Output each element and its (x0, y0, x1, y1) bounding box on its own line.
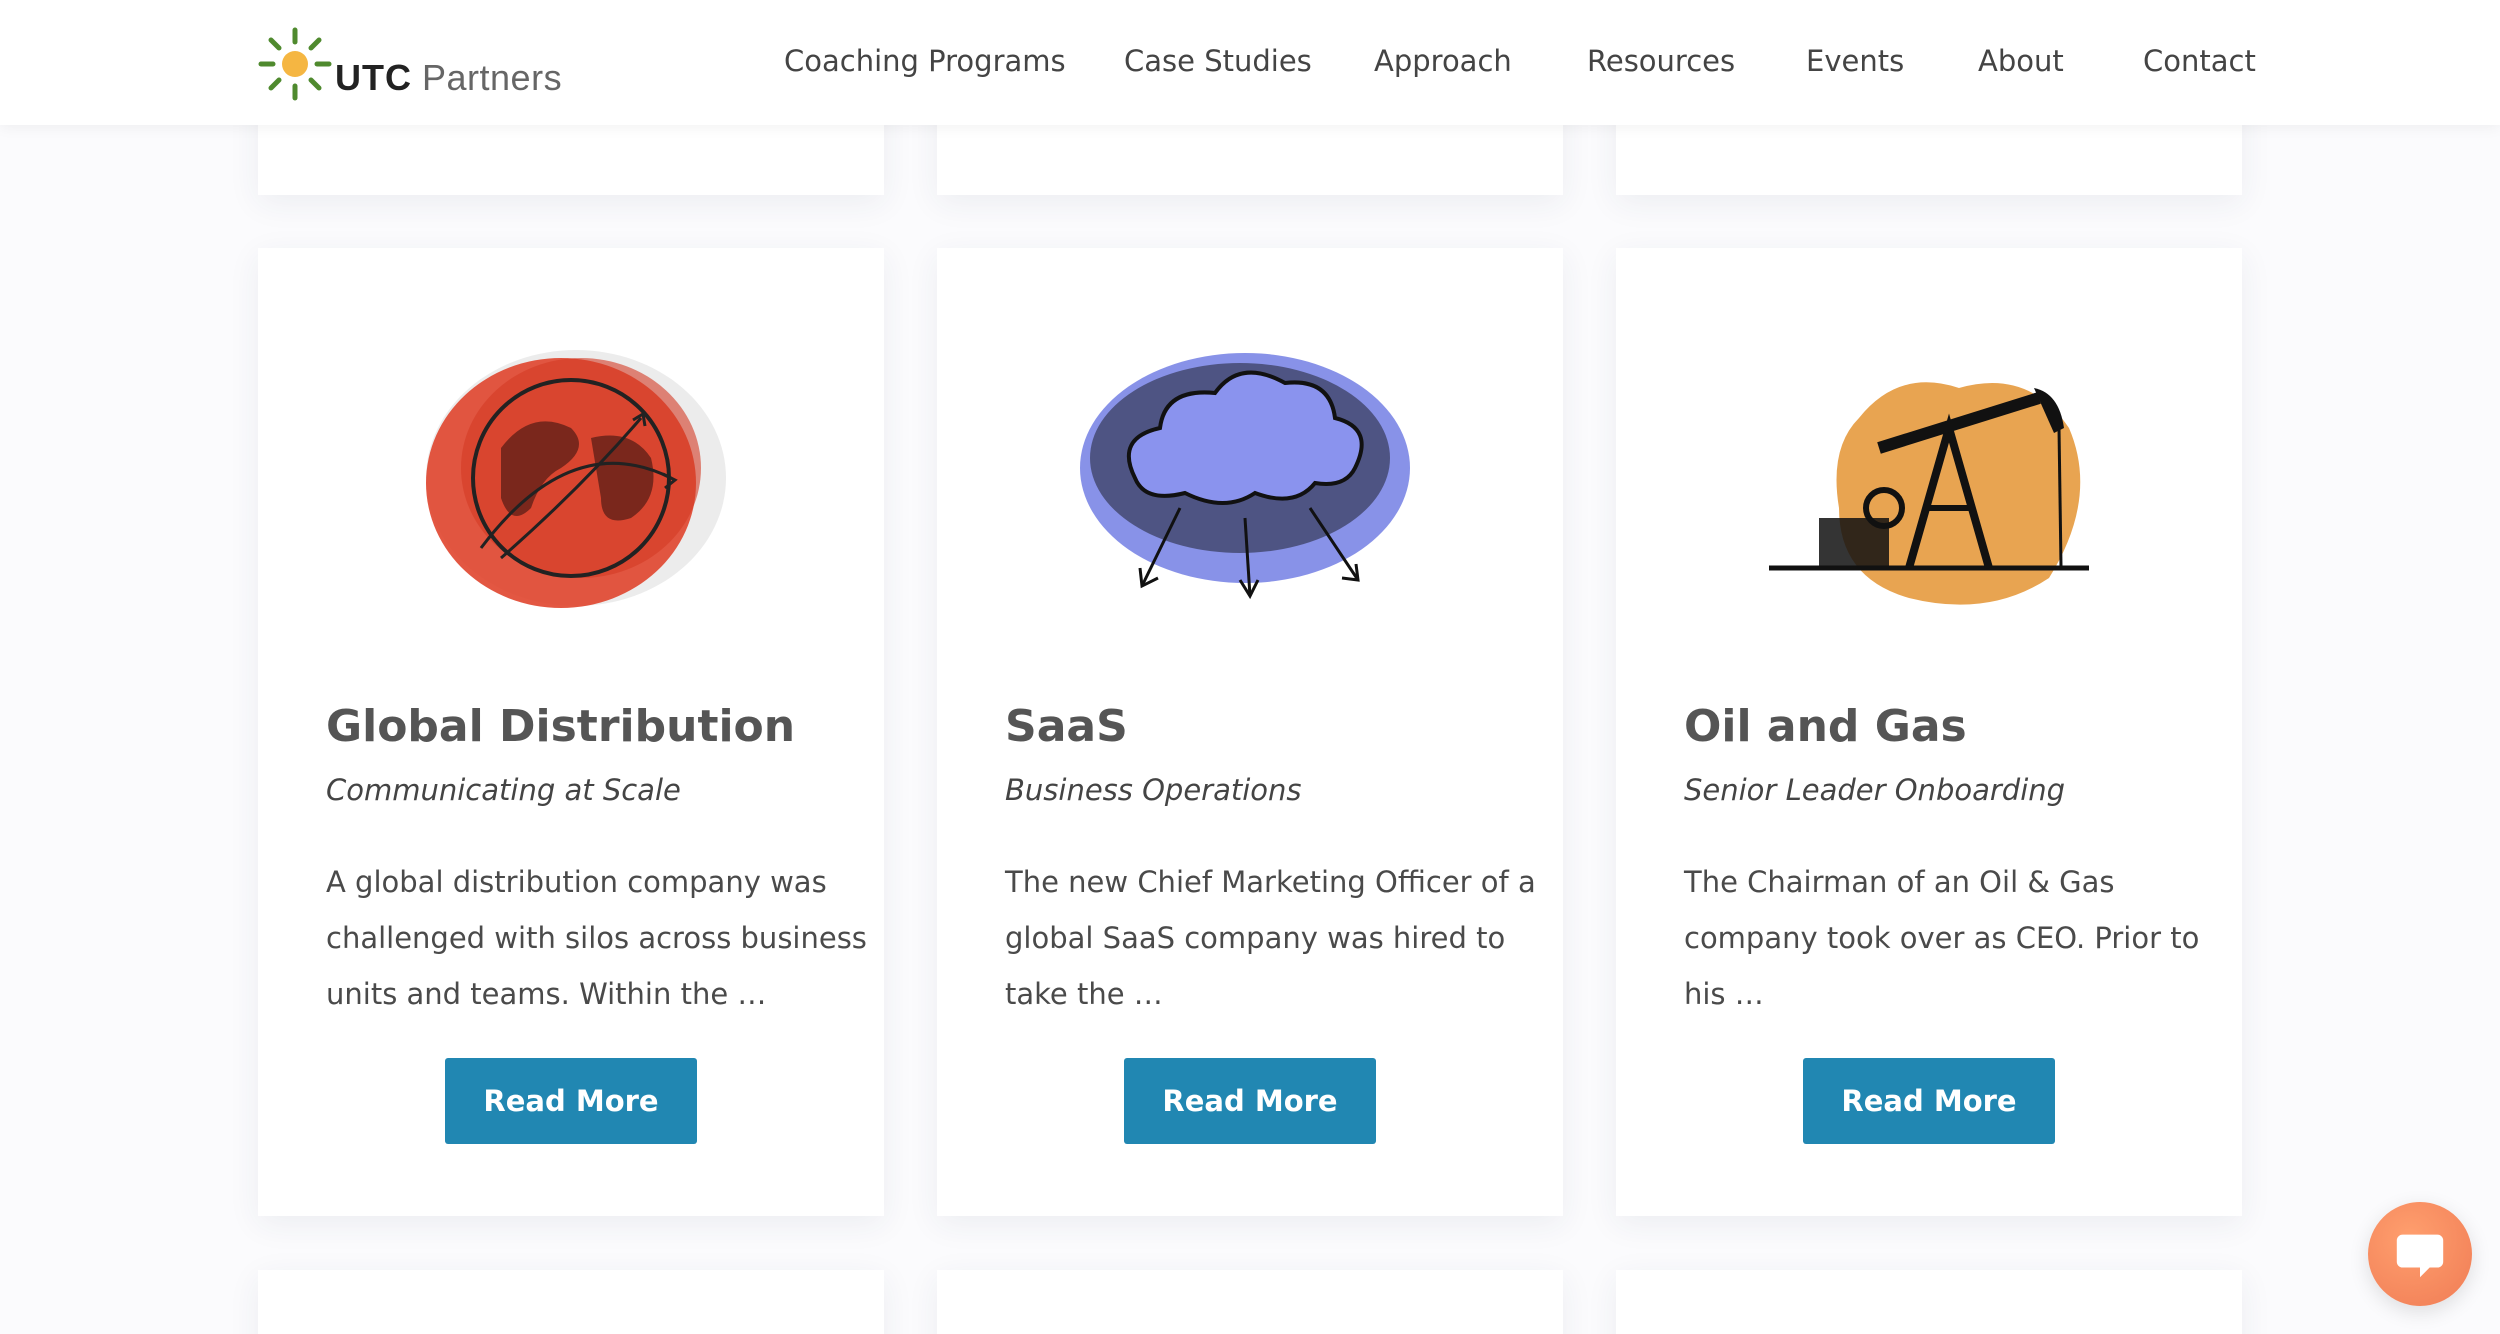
card-description-line: global SaaS company was hired to (1005, 921, 1506, 955)
card-description-line: A global distribution company was (326, 865, 827, 899)
card-description-line: challenged with silos across business (326, 921, 867, 955)
main-nav: Coaching Programs Case Studies Approach … (0, 0, 2500, 125)
nav-coaching-programs[interactable]: Coaching Programs (784, 44, 1066, 78)
chat-widget-button[interactable] (2368, 1202, 2472, 1306)
card-description-line: take the … (1005, 977, 1163, 1011)
case-study-card-oil-and-gas: Oil and Gas Senior Leader Onboarding The… (1616, 248, 2242, 1216)
case-study-card-next (937, 1270, 1563, 1334)
card-subtitle: Business Operations (1005, 773, 1302, 807)
card-title: Oil and Gas (1684, 701, 1967, 752)
card-description: A global distribution company was challe… (326, 854, 867, 1022)
card-title: SaaS (1005, 701, 1128, 752)
case-study-card-next (1616, 1270, 2242, 1334)
card-description: The new Chief Marketing Officer of a glo… (1005, 854, 1536, 1022)
card-description-line: The new Chief Marketing Officer of a (1005, 865, 1536, 899)
read-more-button[interactable]: Read More (1803, 1058, 2055, 1144)
case-study-card-next (258, 1270, 884, 1334)
card-title: Global Distribution (326, 701, 796, 752)
oil-pump-icon (1769, 382, 2089, 605)
cloud-arrows-icon (1080, 353, 1410, 600)
nav-resources[interactable]: Resources (1587, 44, 1735, 78)
nav-case-studies[interactable]: Case Studies (1124, 44, 1312, 78)
card-subtitle: Senior Leader Onboarding (1684, 773, 2066, 807)
nav-events[interactable]: Events (1806, 44, 1904, 78)
site-header: UTC Partners Coaching Programs Case Stud… (0, 0, 2500, 125)
page: UTC Partners Coaching Programs Case Stud… (0, 0, 2500, 1334)
nav-about[interactable]: About (1978, 44, 2064, 78)
read-more-button[interactable]: Read More (445, 1058, 697, 1144)
card-subtitle: Communicating at Scale (326, 773, 681, 807)
case-study-card-saas: SaaS Business Operations The new Chief M… (937, 248, 1563, 1216)
card-description-line: units and teams. Within the … (326, 977, 767, 1011)
nav-approach[interactable]: Approach (1374, 44, 1512, 78)
read-more-button[interactable]: Read More (1124, 1058, 1376, 1144)
nav-contact[interactable]: Contact (2143, 44, 2256, 78)
chat-bubble-icon (2396, 1234, 2444, 1278)
card-description: The Chairman of an Oil & Gas company too… (1684, 854, 2204, 1022)
case-study-card-global-distribution: Global Distribution Communicating at Sca… (258, 248, 884, 1216)
card-description-line: company took over as CEO. Prior to (1684, 921, 2200, 955)
globe-arrows-icon (426, 350, 726, 608)
card-description-line: The Chairman of an Oil & Gas (1684, 865, 2115, 899)
card-description-line: his … (1684, 977, 1764, 1011)
